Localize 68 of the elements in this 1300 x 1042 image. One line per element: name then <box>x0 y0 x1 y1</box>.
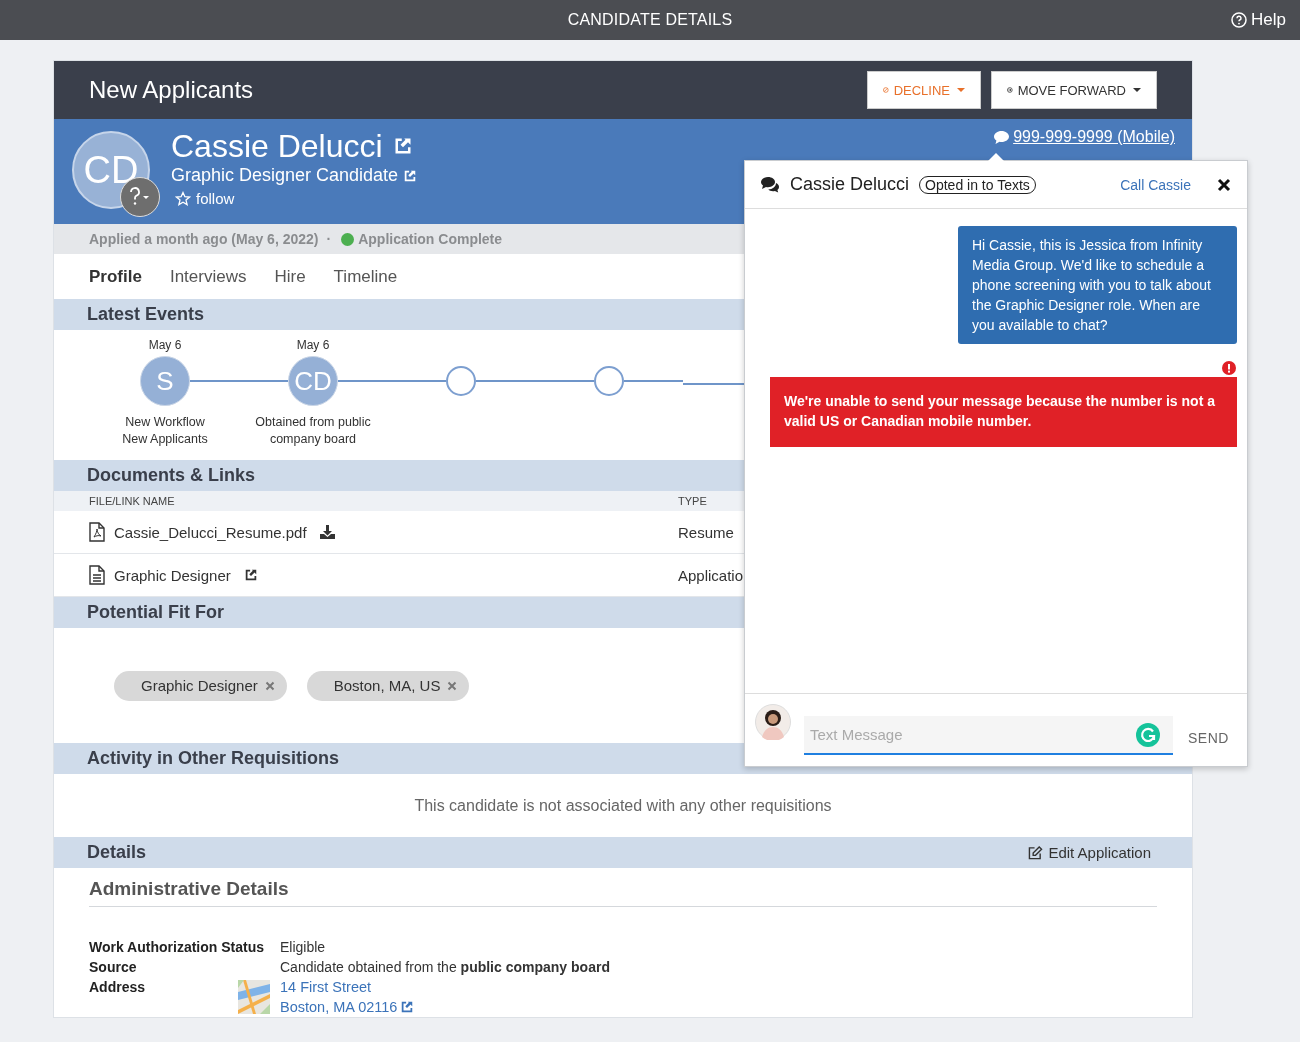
separator-dot: · <box>326 231 332 247</box>
help-link[interactable]: Help <box>1231 10 1286 30</box>
tab[interactable]: Interviews <box>160 260 256 293</box>
address-link[interactable]: 14 First Street <box>280 977 415 997</box>
download-icon[interactable] <box>319 525 335 539</box>
section-title: Potential Fit For <box>87 602 224 623</box>
candidate-name: Cassie Delucci <box>171 127 383 165</box>
section-title: Activity in Other Requisitions <box>87 748 340 769</box>
event-label: company board <box>269 431 357 448</box>
section-title: Documents & Links <box>87 465 256 486</box>
tab[interactable]: Hire <box>265 260 315 293</box>
application-status: Application Complete <box>358 231 503 247</box>
column-header: TYPE <box>678 495 707 507</box>
field-label: Work Authorization Status <box>89 938 264 957</box>
tab[interactable]: Profile <box>80 260 151 293</box>
send-button[interactable]: SEND <box>1185 726 1232 750</box>
file-link[interactable]: Graphic Designer <box>114 566 231 584</box>
edit-application-link[interactable]: Edit Application <box>1028 844 1151 861</box>
message-bubble: Hi Cassie, this is Jessica from Infinity Media Group. We'd like to schedule a phone screening with you to talk about the Graphic Designer role. When are you available to chat? <box>958 226 1237 344</box>
empty-message: This candidate is not associated with any other requisitions <box>414 796 832 815</box>
tag-chip: Boston, MA, US <box>306 670 470 701</box>
event-label: New Applicants <box>122 431 208 448</box>
remove-icon[interactable] <box>447 680 458 691</box>
column-header: FILE/LINK NAME <box>88 495 176 507</box>
chat-contact-name: Cassie Delucci <box>790 174 910 195</box>
table-cell: Resume <box>678 523 734 541</box>
ban-icon <box>883 84 889 96</box>
error-icon <box>1222 361 1236 375</box>
user-avatar <box>755 704 791 740</box>
chat-bubbles-icon <box>760 176 780 193</box>
close-button[interactable] <box>1217 177 1231 192</box>
file-link[interactable]: Cassie_Delucci_Resume.pdf <box>114 523 307 541</box>
subsection-title: Administrative Details <box>89 878 1157 907</box>
field-value: Candidate obtained from the public company board <box>280 958 611 977</box>
section-title: Latest Events <box>87 304 205 325</box>
call-link[interactable]: Call Cassie <box>1120 176 1191 193</box>
table-cell: Applicatio <box>678 566 744 584</box>
empty-event-node <box>446 366 476 396</box>
phone-link[interactable]: 999-999-9999 (Mobile) <box>993 128 1175 146</box>
move-forward-button[interactable]: MOVE FORWARD <box>991 71 1157 109</box>
address-link[interactable]: Boston, MA 02116 <box>280 997 415 1017</box>
applied-date: Applied a month ago (May 6, 2022) <box>89 231 319 247</box>
error-message: We're unable to send your message because the number is not a valid US or Canadian mobile number. <box>770 377 1237 447</box>
remove-icon[interactable] <box>264 680 275 691</box>
close-icon <box>1217 177 1231 192</box>
list-title: New Applicants <box>89 76 254 104</box>
field-label: Source <box>89 958 137 977</box>
field-label: Address <box>89 978 146 997</box>
tag-chip: Graphic Designer <box>114 670 287 701</box>
candidate-role: Graphic Designer Candidate <box>171 165 399 186</box>
section-title: Details <box>87 842 147 863</box>
edit-icon <box>1028 845 1044 860</box>
document-icon <box>89 565 105 585</box>
follow-button[interactable]: follow <box>171 188 239 209</box>
pdf-file-icon <box>89 522 105 542</box>
tab[interactable]: Timeline <box>324 260 407 293</box>
help-icon <box>1231 12 1248 28</box>
text-message-field[interactable]: Text Message <box>804 716 1173 755</box>
event-label: Obtained from public <box>255 414 371 431</box>
empty-event-node <box>594 366 624 396</box>
arrow-circle-icon <box>1007 84 1013 96</box>
speech-bubble-icon <box>993 129 1011 145</box>
event-date: May 6 <box>148 338 182 352</box>
event-label: New Workflow <box>125 414 205 431</box>
field-value: Eligible <box>280 938 327 957</box>
event-date: May 6 <box>296 338 330 352</box>
external-link-icon[interactable] <box>243 568 258 582</box>
page-title: CANDIDATE DETAILS <box>567 11 733 29</box>
